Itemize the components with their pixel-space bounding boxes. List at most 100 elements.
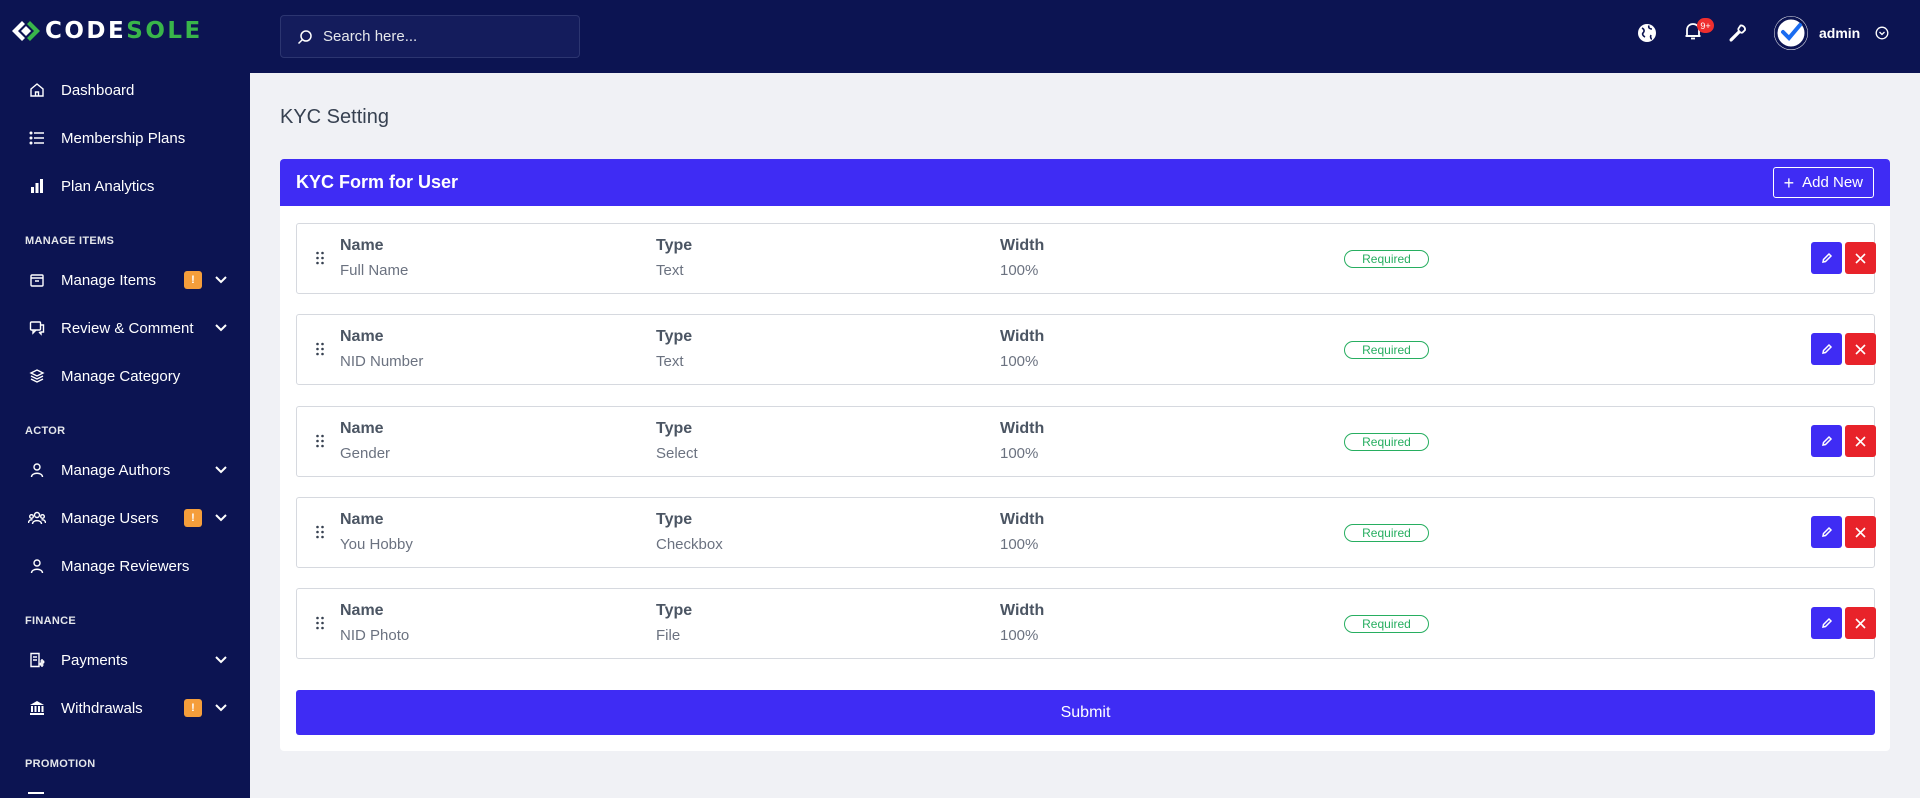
delete-button[interactable] [1845, 607, 1876, 639]
required-badge: Required [1344, 615, 1429, 633]
delete-button[interactable] [1845, 516, 1876, 548]
invoice-icon [28, 651, 46, 669]
sidebar-item-membership-plans[interactable]: Membership Plans [0, 121, 250, 155]
sidebar-item-manage-users[interactable]: Manage Users ! [0, 501, 250, 535]
field-width-cell: Width 100% [1000, 511, 1044, 553]
drag-handle-icon[interactable] [315, 616, 325, 630]
drag-handle-icon[interactable] [315, 434, 325, 448]
delete-button[interactable] [1845, 425, 1876, 457]
sidebar-item-dashboard[interactable]: Dashboard [0, 73, 250, 107]
brand-logo[interactable]: CODESOLE [0, 0, 250, 62]
edit-button[interactable] [1811, 242, 1842, 274]
wrench-icon[interactable] [1727, 22, 1749, 44]
logo-text: CODESOLE [45, 18, 203, 44]
field-width-cell: Width 100% [1000, 420, 1044, 462]
field-width-cell: Width 100% [1000, 237, 1044, 279]
pencil-icon [1821, 435, 1832, 446]
required-badge: Required [1344, 250, 1429, 268]
kyc-form-card: KYC Form for User + Add New Name Full Nam… [280, 159, 1890, 751]
field-width-cell: Width 100% [1000, 602, 1044, 644]
edit-button[interactable] [1811, 607, 1842, 639]
required-badge: Required [1344, 341, 1429, 359]
sidebar-item-manage-category[interactable]: Manage Category [0, 359, 250, 393]
sidebar-item-review-comment[interactable]: Review & Comment [0, 311, 250, 345]
sidebar-item-withdrawals[interactable]: Withdrawals ! [0, 691, 250, 725]
avatar[interactable] [1774, 16, 1808, 50]
sidebar-item-label: Manage Authors [61, 461, 171, 479]
field-name-value: You Hobby [340, 536, 413, 553]
column-label: Type [656, 328, 693, 345]
sidebar-item-manage-items[interactable]: Manage Items ! [0, 263, 250, 297]
sidebar-item-manage-authors[interactable]: Manage Authors [0, 453, 250, 487]
chevron-down-icon[interactable] [214, 466, 228, 474]
field-width-value: 100% [1000, 627, 1039, 644]
edit-button[interactable] [1811, 425, 1842, 457]
user-name[interactable]: admin [1819, 25, 1860, 41]
close-icon [1855, 617, 1866, 629]
kyc-field-row: Name Full Name Type Text Width 100% Require… [296, 223, 1876, 294]
sidebar-item-payments[interactable]: Payments [0, 643, 250, 677]
layers-icon [28, 367, 46, 385]
nav-section-finance: FINANCE [25, 615, 76, 627]
card-header: KYC Form for User + Add New [280, 159, 1890, 206]
sidebar-item-manage-reviewers[interactable]: Manage Reviewers [0, 549, 250, 583]
add-new-button[interactable]: + Add New [1772, 167, 1874, 198]
nav-section-actor: ACTOR [25, 425, 66, 437]
edit-button[interactable] [1811, 333, 1842, 365]
column-label: Width [1000, 511, 1045, 528]
submit-button[interactable]: Submit [296, 690, 1875, 735]
sidebar-item-label: Manage Reviewers [61, 557, 190, 575]
chevron-down-circle-icon[interactable] [1875, 26, 1889, 40]
sidebar-item-label: Manage Users [61, 509, 159, 527]
box-icon [28, 271, 46, 289]
field-type-value: Select [656, 445, 698, 462]
user-icon [28, 557, 46, 575]
field-name-cell: Name NID Photo [340, 602, 409, 644]
drag-handle-icon[interactable] [315, 342, 325, 356]
field-type-value: Checkbox [656, 536, 723, 553]
drag-handle-icon[interactable] [315, 525, 325, 539]
drag-handle-icon[interactable] [315, 251, 325, 265]
column-label: Type [656, 602, 693, 619]
kyc-field-row: Name NID Number Type Text Width 100% Requir… [296, 314, 1876, 385]
search-box[interactable] [280, 15, 580, 58]
chevron-down-icon[interactable] [214, 514, 228, 522]
chevron-down-icon[interactable] [214, 704, 228, 712]
delete-button[interactable] [1845, 242, 1876, 274]
sidebar-item-label: Review & Comment [61, 319, 194, 337]
field-type-cell: Type Checkbox [656, 511, 723, 553]
column-label: Width [1000, 237, 1045, 254]
chevron-down-icon[interactable] [214, 324, 228, 332]
field-width-value: 100% [1000, 536, 1039, 553]
delete-button[interactable] [1845, 333, 1876, 365]
close-icon [1855, 343, 1866, 355]
globe-icon[interactable] [1636, 22, 1658, 44]
kyc-field-row: Name NID Photo Type File Width 100% Require… [296, 588, 1876, 659]
column-label: Type [656, 511, 693, 528]
column-label: Width [1000, 602, 1045, 619]
bank-icon [28, 699, 46, 717]
pencil-icon [1821, 343, 1832, 354]
column-label: Type [656, 420, 693, 437]
chevron-down-icon[interactable] [214, 276, 228, 284]
column-label: Width [1000, 328, 1045, 345]
sidebar-item-label: Manage Items [61, 271, 157, 289]
required-badge: Required [1344, 524, 1429, 542]
notification-badge: 9+ [1697, 18, 1714, 33]
notification-button[interactable]: 9+ [1682, 18, 1714, 44]
search-icon [297, 29, 313, 45]
edit-button[interactable] [1811, 516, 1842, 548]
close-icon [1855, 435, 1866, 447]
nav-section-promotion: PROMOTION [25, 758, 96, 770]
close-icon [1855, 252, 1866, 264]
required-badge: Required [1344, 433, 1429, 451]
field-name-value: NID Number [340, 353, 424, 370]
topbar: 9+ admin [250, 0, 1920, 73]
logo-icon [10, 18, 42, 44]
field-width-value: 100% [1000, 262, 1039, 279]
column-label: Type [656, 237, 693, 254]
search-input[interactable] [323, 28, 563, 45]
sidebar-item-plan-analytics[interactable]: Plan Analytics [0, 169, 250, 203]
chevron-down-icon[interactable] [214, 656, 228, 664]
field-type-cell: Type Text [656, 328, 692, 370]
